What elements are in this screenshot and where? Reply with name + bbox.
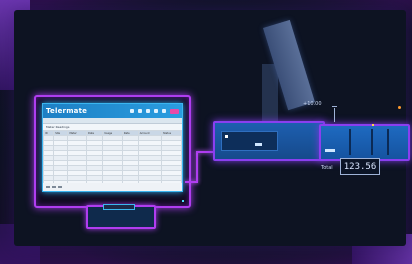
data-table: ID Site Meter Date Usage Rate Amount Status — [43, 130, 182, 186]
pointer — [332, 106, 337, 107]
action-button[interactable] — [170, 108, 179, 114]
app-screen: Telermate Meter Readings ID Site Meter Date… — [42, 103, 183, 192]
home-icon[interactable] — [130, 109, 134, 113]
meter-extension — [319, 124, 410, 161]
power-led-icon — [182, 200, 184, 202]
antenna-mast — [262, 64, 278, 124]
display-bar — [255, 143, 262, 146]
cable — [196, 152, 198, 182]
status-led-icon — [225, 135, 228, 138]
chart-icon[interactable] — [138, 109, 142, 113]
screen-footer — [43, 183, 182, 191]
indicator-dot — [398, 106, 401, 109]
total-value: 123.56 — [340, 158, 380, 175]
app-header: Telermate — [43, 104, 182, 118]
settings-icon[interactable] — [154, 109, 158, 113]
display-bar — [325, 149, 335, 152]
slot — [387, 129, 389, 155]
monitor-neck — [103, 204, 135, 210]
app-logo: Telermate — [46, 107, 88, 115]
total-label: Total — [321, 165, 333, 171]
help-icon[interactable] — [162, 109, 166, 113]
monitor: Telermate Meter Readings ID Site Meter Date… — [34, 95, 191, 208]
header-icons — [130, 108, 179, 114]
slot — [371, 129, 373, 155]
cable — [196, 151, 213, 153]
meter-device — [213, 121, 325, 161]
device-face — [221, 131, 278, 151]
pager-item[interactable] — [58, 186, 62, 188]
pager-item[interactable] — [46, 186, 50, 188]
top-readout: +10.00 — [303, 101, 322, 107]
pointer — [334, 108, 335, 122]
indicator-dot — [372, 124, 374, 126]
pager-item[interactable] — [52, 186, 56, 188]
slot — [349, 129, 351, 155]
user-icon[interactable] — [146, 109, 150, 113]
